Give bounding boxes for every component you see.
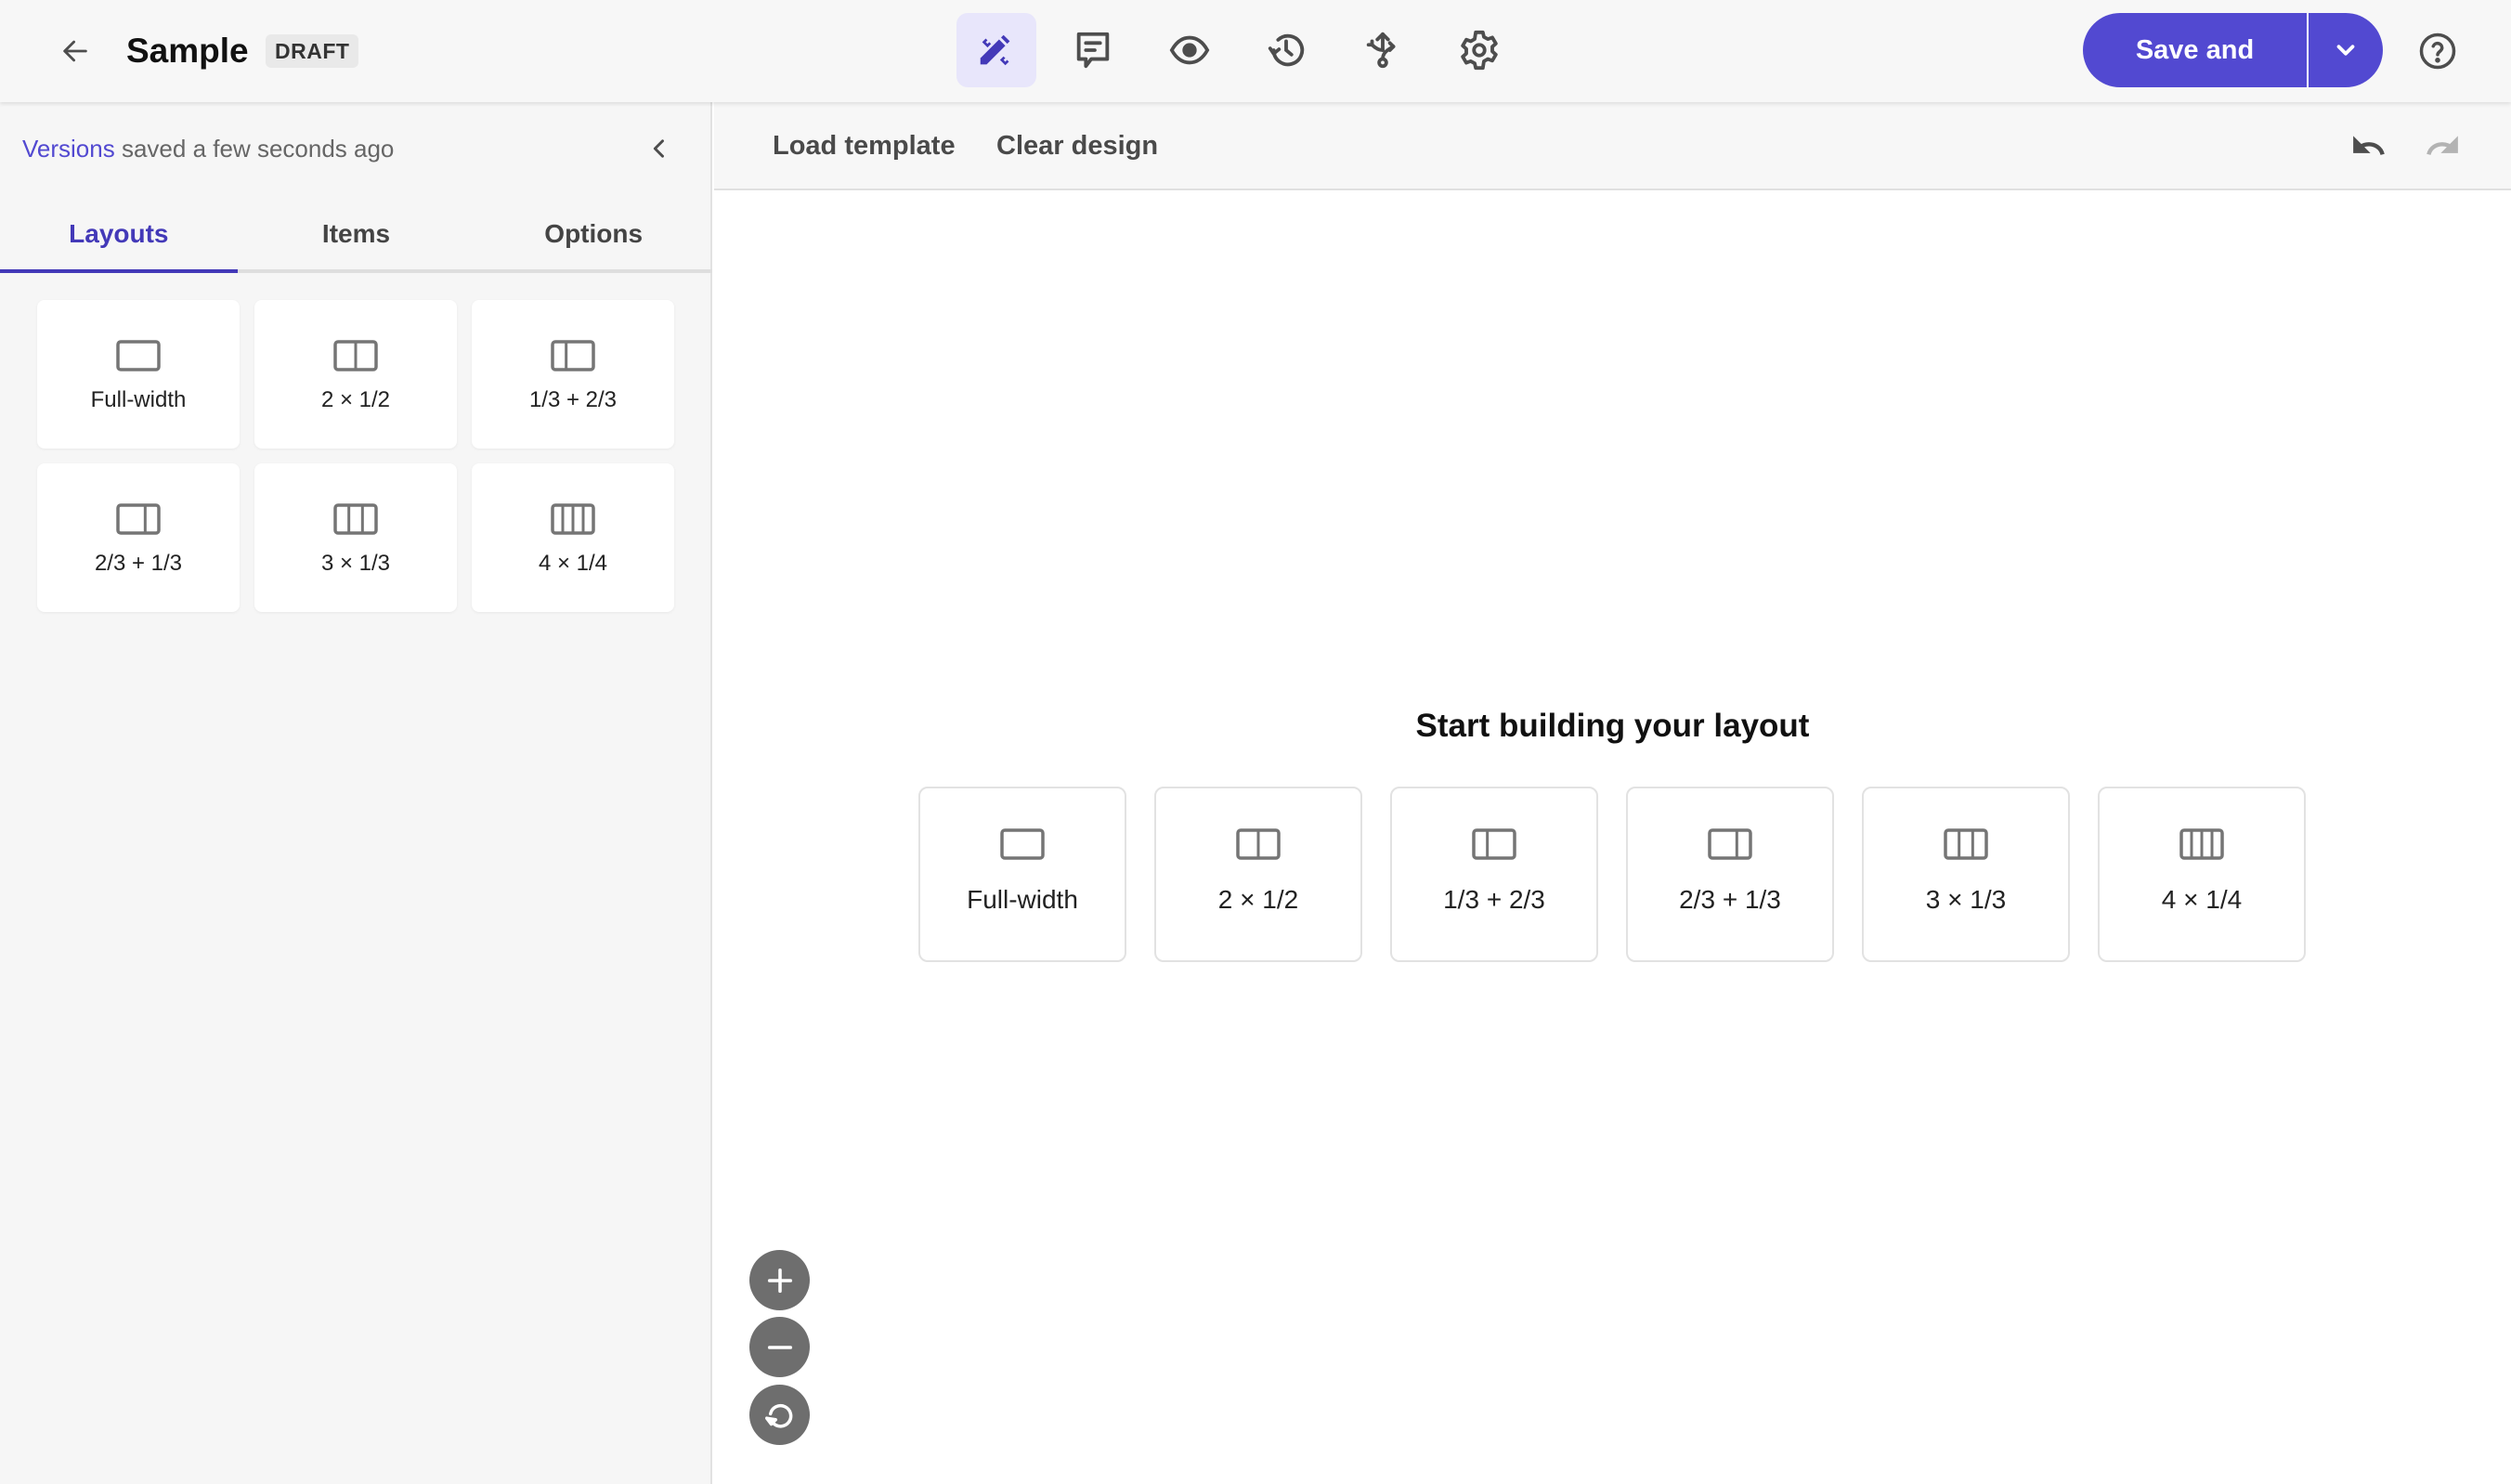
tab-options[interactable]: Options bbox=[475, 195, 712, 269]
reset-icon bbox=[764, 1403, 792, 1428]
empty-state-title: Start building your layout bbox=[1415, 708, 1810, 744]
versions-link[interactable]: Versions bbox=[22, 135, 115, 163]
status-badge: DRAFT bbox=[266, 34, 359, 68]
layout-label: 3 × 1/3 bbox=[1925, 885, 2007, 914]
layout-card-two-thirds-third[interactable]: 2/3 + 1/3 bbox=[1626, 787, 1834, 962]
layout-3-columns-icon bbox=[333, 503, 378, 535]
sidebar-layout-3x-third[interactable]: 3 × 1/3 bbox=[254, 463, 457, 612]
layout-full-width-icon bbox=[1000, 828, 1045, 860]
zoom-out-button[interactable] bbox=[749, 1317, 810, 1377]
layout-card-3x-third[interactable]: 3 × 1/3 bbox=[1862, 787, 2070, 962]
layout-card-third-two-thirds[interactable]: 1/3 + 2/3 bbox=[1390, 787, 1598, 962]
sidebar-layout-4x-quarter[interactable]: 4 × 1/4 bbox=[472, 463, 674, 612]
zoom-in-button[interactable] bbox=[749, 1250, 810, 1310]
help-button[interactable] bbox=[2414, 28, 2461, 74]
collapse-sidebar-button[interactable] bbox=[641, 128, 678, 169]
load-template-button[interactable]: Load template bbox=[773, 102, 956, 190]
layout-frame bbox=[1708, 828, 1752, 860]
tool-design-button[interactable] bbox=[956, 13, 1036, 87]
redo-icon bbox=[2426, 136, 2458, 156]
layout-two-thirds-third-icon bbox=[116, 503, 161, 535]
layout-frame bbox=[1472, 828, 1516, 860]
arrow-left-icon bbox=[63, 40, 87, 62]
layout-frame bbox=[551, 340, 595, 371]
back-button[interactable] bbox=[52, 28, 98, 74]
layout-label: 3 × 1/3 bbox=[320, 551, 391, 576]
layout-label: 4 × 1/4 bbox=[2161, 885, 2243, 914]
layout-label: Full-width bbox=[90, 387, 187, 412]
sidebar-layout-third-two-thirds[interactable]: 1/3 + 2/3 bbox=[472, 300, 674, 449]
tool-preview-button[interactable] bbox=[1150, 13, 1229, 87]
layout-card-2x-half[interactable]: 2 × 1/2 bbox=[1154, 787, 1362, 962]
layout-4-columns-icon bbox=[551, 503, 595, 535]
zoom-reset-button[interactable] bbox=[749, 1385, 810, 1445]
branch-arrows-icon bbox=[1366, 32, 1396, 69]
top-header: Sample DRAFT Save and exit bbox=[0, 0, 2511, 102]
gear-icon bbox=[1461, 30, 1498, 71]
tab-layouts[interactable]: Layouts bbox=[0, 195, 238, 273]
undo-icon bbox=[2353, 136, 2385, 156]
sidebar-tabs: Layouts Items Options bbox=[0, 195, 712, 273]
undo-button[interactable] bbox=[2346, 124, 2392, 171]
layout-frame bbox=[333, 503, 378, 535]
sidebar-layout-full-width[interactable]: Full-width bbox=[37, 300, 240, 449]
layout-label: 2/3 + 1/3 bbox=[94, 551, 183, 576]
sidebar-layout-2x-half[interactable]: 2 × 1/2 bbox=[254, 300, 457, 449]
layout-label: 1/3 + 2/3 bbox=[1443, 885, 1545, 914]
layout-card-4x-quarter[interactable]: 4 × 1/4 bbox=[2098, 787, 2306, 962]
layout-frame bbox=[1944, 828, 1988, 860]
chevron-left-icon bbox=[653, 139, 664, 158]
save-options-dropdown-button[interactable] bbox=[2309, 13, 2383, 87]
layout-third-two-thirds-icon bbox=[551, 340, 595, 371]
tool-history-button[interactable] bbox=[1246, 13, 1326, 87]
plus-icon bbox=[767, 1268, 792, 1293]
saved-status-text: saved a few seconds ago bbox=[121, 135, 395, 163]
layout-third-two-thirds-icon bbox=[1472, 828, 1516, 860]
layout-2-columns-icon bbox=[333, 340, 378, 371]
versions-status: Versions saved a few seconds ago bbox=[22, 130, 394, 167]
history-icon bbox=[1268, 33, 1305, 67]
clear-design-button[interactable]: Clear design bbox=[996, 102, 1158, 190]
layout-card-full-width[interactable]: Full-width bbox=[918, 787, 1126, 962]
canvas-toolbar: Load template Clear design bbox=[714, 102, 2511, 190]
sidebar-layout-two-thirds-third[interactable]: 2/3 + 1/3 bbox=[37, 463, 240, 612]
layout-label: Full-width bbox=[967, 885, 1078, 914]
layout-full-width-icon bbox=[116, 340, 161, 371]
tool-settings-button[interactable] bbox=[1439, 13, 1519, 87]
comment-icon bbox=[1076, 32, 1110, 69]
mode-toolbar bbox=[956, 13, 1519, 89]
tab-items[interactable]: Items bbox=[238, 195, 475, 269]
layout-label: 4 × 1/4 bbox=[538, 551, 608, 576]
layout-3-columns-icon bbox=[1944, 828, 1988, 860]
design-canvas: Start building your layout Full-width 2 … bbox=[714, 192, 2511, 1484]
eye-icon bbox=[1169, 35, 1210, 65]
layout-label: 2/3 + 1/3 bbox=[1679, 885, 1781, 914]
layout-frame bbox=[116, 340, 161, 371]
minus-icon bbox=[767, 1345, 792, 1349]
sidebar-layout-grid: Full-width 2 × 1/2 1/3 + 2/3 2/3 + 1/3 3… bbox=[37, 300, 674, 612]
left-sidebar: Versions saved a few seconds ago Layouts… bbox=[0, 102, 712, 1484]
layout-2-columns-icon bbox=[1236, 828, 1281, 860]
design-tools-icon bbox=[980, 34, 1010, 66]
page-title: Sample bbox=[126, 32, 249, 70]
layout-label: 1/3 + 2/3 bbox=[528, 387, 618, 412]
tool-comments-button[interactable] bbox=[1053, 13, 1133, 87]
layout-4-columns-icon bbox=[2179, 828, 2224, 860]
save-and-exit-button[interactable]: Save and exit bbox=[2083, 13, 2309, 87]
layout-choices: Full-width 2 × 1/2 1/3 + 2/3 2/3 + 1/3 3… bbox=[918, 787, 2306, 962]
redo-button[interactable] bbox=[2419, 124, 2465, 171]
layout-label: 2 × 1/2 bbox=[320, 387, 391, 412]
layout-frame bbox=[1000, 828, 1045, 860]
layout-frame bbox=[116, 503, 161, 535]
tool-routing-button[interactable] bbox=[1343, 13, 1423, 87]
layout-label: 2 × 1/2 bbox=[1217, 885, 1299, 914]
chevron-down-icon bbox=[2336, 45, 2355, 56]
layout-two-thirds-third-icon bbox=[1708, 828, 1752, 860]
save-split-button: Save and exit bbox=[2083, 13, 2383, 87]
help-circle-icon bbox=[2419, 33, 2456, 70]
